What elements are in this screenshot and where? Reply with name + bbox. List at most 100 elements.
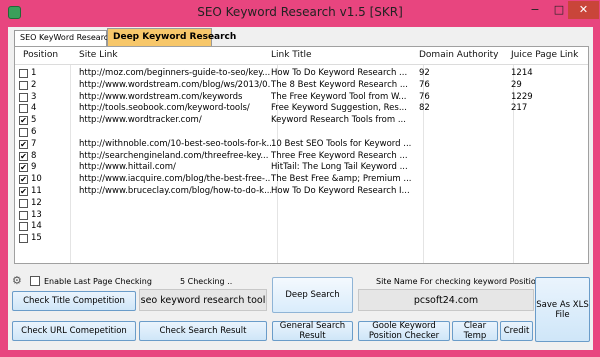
cell-title: How To Do Keyword Research I... <box>271 186 410 196</box>
check-title-competition-button[interactable]: Check Title Competition <box>12 291 136 311</box>
cell-position: 8 <box>31 150 37 161</box>
clear-temp-button[interactable]: Clear Temp <box>452 321 498 341</box>
cell-link: http://withnoble.com/10-best-seo-tools-f… <box>79 138 271 149</box>
row-checkbox[interactable] <box>19 210 28 220</box>
row-checkbox[interactable]: ✔ <box>19 151 28 161</box>
cell-position: 2 <box>31 79 37 90</box>
cell-link: http://www.wordstream.com/keywords <box>79 91 243 102</box>
cell-link: http://www.bruceclay.com/blog/how-to-do-… <box>79 186 271 196</box>
cell-position: 3 <box>31 91 37 102</box>
row-checkbox[interactable] <box>19 92 28 102</box>
cell-juice: 217 <box>511 103 528 114</box>
cell-da: 76 <box>419 91 430 102</box>
row-checkbox[interactable]: ✔ <box>19 175 28 185</box>
cell-link: http://searchengineland.com/threefree-ke… <box>79 150 269 161</box>
row-checkbox[interactable] <box>19 80 28 90</box>
tab-deep-keyword-research[interactable]: Deep Keyword Research <box>107 28 236 46</box>
column-header-position[interactable]: Position <box>23 50 58 60</box>
row-checkbox[interactable] <box>19 222 28 232</box>
general-search-result-button[interactable]: General Search Result <box>272 321 353 341</box>
table-row[interactable]: 4 http://tools.seobook.com/keyword-tools/… <box>15 103 588 115</box>
cell-link: http://www.wordstream.com/blog/ws/2013/0… <box>79 79 271 90</box>
table-row[interactable]: 6 <box>15 127 588 139</box>
table-row[interactable]: 15 <box>15 233 588 245</box>
cell-position: 5 <box>31 115 37 126</box>
row-checkbox[interactable]: ✔ <box>19 163 28 173</box>
cell-juice: 1229 <box>511 91 533 102</box>
gear-icon[interactable]: ⚙ <box>12 275 24 287</box>
grid-header: Position Site Link Link Title Domain Aut… <box>15 47 588 65</box>
table-row[interactable]: 14 <box>15 221 588 233</box>
cell-link: http://moz.com/beginners-guide-to-seo/ke… <box>79 68 271 78</box>
cell-link: http://tools.seobook.com/keyword-tools/ <box>79 103 250 114</box>
table-row[interactable]: 13 <box>15 210 588 222</box>
goole-keyword-position-checker-button[interactable]: Goole Keyword Position Checker <box>358 321 450 341</box>
row-checkbox[interactable]: ✔ <box>19 116 28 126</box>
window-title: SEO Keyword Research v1.5 [SKR] <box>197 5 403 19</box>
cell-da: 76 <box>419 79 430 90</box>
table-row[interactable]: ✔ 10 http://www.iacquire.com/blog/the-best… <box>15 174 588 186</box>
cell-position: 9 <box>31 162 37 173</box>
table-row[interactable]: ✔ 11 http://www.bruceclay.com/blog/how-to-… <box>15 186 588 198</box>
save-as-xls-button[interactable]: Save As XLS File <box>535 277 590 342</box>
column-header-link-title[interactable]: Link Title <box>271 50 312 60</box>
row-checkbox[interactable] <box>19 234 28 244</box>
deep-search-button[interactable]: Deep Search <box>272 277 353 313</box>
title-bar: SEO Keyword Research v1.5 [SKR] − □ ✕ <box>0 0 600 26</box>
cell-link: http://www.hittail.com/ <box>79 162 176 173</box>
checking-status: 5 Checking .. <box>180 277 233 286</box>
enable-last-page-label: Enable Last Page Checking <box>44 277 152 286</box>
cell-title: Three Free Keyword Research ... <box>271 150 408 161</box>
cell-da: 82 <box>419 103 430 114</box>
cell-title: HitTail: The Long Tail Keyword ... <box>271 162 408 173</box>
cell-position: 12 <box>31 197 42 208</box>
minimize-button[interactable]: − <box>523 1 547 19</box>
close-button[interactable]: ✕ <box>568 1 599 19</box>
column-header-domain-authority[interactable]: Domain Authority <box>419 50 498 60</box>
cell-title: Keyword Research Tools from ... <box>271 115 406 126</box>
cell-position: 7 <box>31 138 37 149</box>
cell-position: 13 <box>31 209 42 220</box>
cell-juice: 29 <box>511 79 522 90</box>
credit-button[interactable]: Credit <box>500 321 533 341</box>
table-row[interactable]: 3 http://www.wordstream.com/keywords The F… <box>15 92 588 104</box>
keyword-input[interactable]: seo keyword research tool <box>139 289 267 311</box>
cell-title: The Free Keyword Tool from W... <box>271 91 407 102</box>
check-search-result-button[interactable]: Check Search Result <box>139 321 267 341</box>
cell-title: Free Keyword Suggestion, Res... <box>271 103 407 114</box>
cell-position: 1 <box>31 68 37 78</box>
table-row[interactable]: ✔ 8 http://searchengineland.com/threefree-… <box>15 151 588 163</box>
cell-position: 4 <box>31 103 37 114</box>
table-row[interactable]: ✔ 7 http://withnoble.com/10-best-seo-tools… <box>15 139 588 151</box>
table-row[interactable]: ✔ 5 http://www.wordtracker.com/Keyword Res… <box>15 115 588 127</box>
row-checkbox[interactable] <box>19 104 28 114</box>
site-name-input[interactable]: pcsoft24.com <box>358 289 534 311</box>
cell-title: The 8 Best Keyword Research ... <box>271 79 408 90</box>
cell-da: 92 <box>419 68 430 78</box>
row-checkbox[interactable] <box>19 128 28 137</box>
tab-seo-keyword-research[interactable]: SEO KeyWord Research <box>14 30 113 46</box>
cell-link: http://www.wordtracker.com/ <box>79 115 202 126</box>
cell-juice: 1214 <box>511 68 533 78</box>
enable-last-page-checkbox[interactable] <box>30 276 40 286</box>
row-checkbox[interactable]: ✔ <box>19 139 28 149</box>
table-row[interactable]: 1 http://moz.com/beginners-guide-to-seo/k… <box>15 68 588 80</box>
main-client-area: SEO KeyWord Research Deep Keyword Resear… <box>8 27 593 350</box>
cell-position: 14 <box>31 221 42 232</box>
column-header-site-link[interactable]: Site Link <box>79 50 118 60</box>
table-row[interactable]: 2 http://www.wordstream.com/blog/ws/2013/… <box>15 80 588 92</box>
cell-position: 15 <box>31 233 42 244</box>
row-checkbox[interactable] <box>19 69 28 78</box>
table-row[interactable]: ✔ 9 http://www.hittail.com/HitTail: The Lo… <box>15 162 588 174</box>
cell-link: http://www.iacquire.com/blog/the-best-fr… <box>79 174 271 185</box>
site-name-label: Site Name For checking keyword Position <box>376 277 541 286</box>
column-header-juice-page-link[interactable]: Juice Page Link <box>511 50 578 60</box>
cell-position: 6 <box>31 127 37 137</box>
results-grid: Position Site Link Link Title Domain Aut… <box>14 46 589 264</box>
row-checkbox[interactable] <box>19 198 28 208</box>
check-url-competition-button[interactable]: Check URL Comepetition <box>12 321 136 341</box>
row-checkbox[interactable]: ✔ <box>19 187 28 196</box>
table-row[interactable]: 12 <box>15 198 588 210</box>
cell-title: How To Do Keyword Research ... <box>271 68 408 78</box>
cell-position: 11 <box>31 186 42 196</box>
